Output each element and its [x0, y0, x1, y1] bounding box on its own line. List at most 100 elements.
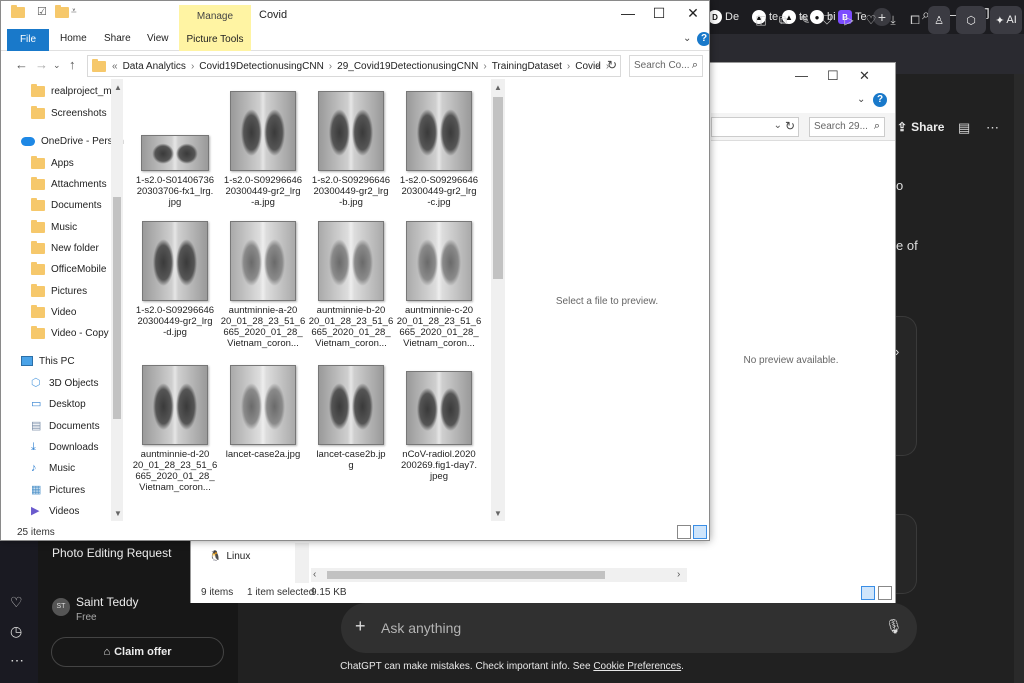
scroll-down-icon[interactable]: ▼ [114, 509, 122, 518]
breadcrumb-separator-icon[interactable]: › [329, 61, 332, 72]
large-icons-view-icon[interactable] [693, 525, 707, 539]
sidebar-item-new-folder[interactable]: New folder [31, 238, 99, 258]
sidebar-item-3d-objects[interactable]: ⬡ 3D Objects [31, 373, 98, 393]
cookie-preferences-link[interactable]: Cookie Preferences [593, 661, 681, 672]
chevron-down-icon[interactable]: ⌄ [594, 59, 602, 70]
plus-icon[interactable]: + [355, 616, 366, 637]
sidebar-item-pictures[interactable]: ▦ Pictures [31, 480, 85, 500]
tab-share[interactable]: Share [104, 33, 131, 44]
notes-icon[interactable]: ▤ [958, 120, 970, 136]
refresh-icon[interactable]: ↻ [785, 119, 795, 133]
play-icon[interactable]: ▷ [840, 11, 858, 29]
scroll-right-icon[interactable]: › [677, 569, 680, 580]
up-arrow-icon[interactable]: ↑ [69, 57, 76, 72]
sidebar-item-this-pc[interactable]: This PC [21, 351, 75, 371]
details-view-icon[interactable] [861, 586, 875, 600]
chevron-down-icon[interactable]: ⌄ [857, 94, 865, 105]
extensions-icon[interactable]: ⧠ [906, 11, 924, 29]
sidebar-item-video[interactable]: Video [31, 302, 76, 322]
sidebar-item-video-copy[interactable]: Video - Copy [31, 323, 109, 343]
tab-home[interactable]: Home [60, 33, 87, 44]
forward-arrow-icon[interactable]: → [35, 57, 48, 72]
microphone-icon[interactable]: 🎙 [885, 618, 903, 635]
breadcrumb[interactable]: « Data Analytics › Covid19Detectionusing… [87, 55, 621, 77]
manage-contextual-tab[interactable]: Manage [179, 5, 251, 31]
ask-input-placeholder[interactable]: Ask anything [381, 620, 461, 636]
address-input[interactable]: ⌄ ↻ [711, 117, 799, 137]
file-item[interactable]: nCoV-radiol.2020 200269.fig1-day7. jpeg [395, 353, 483, 482]
page-scrollbar[interactable] [1014, 74, 1024, 683]
file-item[interactable]: 1-s2.0-S09296646 20300449-gr2_lrg -d.jpg [131, 209, 219, 338]
file-item[interactable]: 1-s2.0-S09296646 20300449-gr2_lrg -a.jpg [219, 79, 307, 208]
recent-locations-icon[interactable]: ⌄ [53, 60, 61, 71]
large-icons-view-icon[interactable] [878, 586, 892, 600]
search-input[interactable]: Search 29... ⌕ [809, 117, 885, 137]
new-folder-icon[interactable] [55, 5, 69, 19]
breadcrumb-separator-icon[interactable]: › [483, 61, 486, 72]
profile-icon[interactable]: ♙ [928, 6, 950, 34]
sidebar-item-pictures[interactable]: Pictures [31, 281, 87, 301]
file-item[interactable]: lancet-case2b.jp g [307, 353, 395, 481]
browser-tab-1[interactable]: D De [708, 8, 739, 26]
chevron-down-icon[interactable]: ⌄ [774, 120, 782, 131]
ai-button[interactable]: ✦ AI [990, 6, 1022, 34]
file-item[interactable]: 1-s2.0-S09296646 20300449-gr2_lrg -c.jpg [395, 79, 483, 208]
sidebar-item-documents[interactable]: ▤ Documents [31, 416, 100, 436]
file-scroll-thumb[interactable] [493, 97, 503, 279]
maximize-icon[interactable]: ☐ [644, 5, 674, 22]
file-item[interactable]: auntminnie-a-20 20_01_28_23_51_6 665_2020_… [219, 209, 307, 349]
minimize-icon[interactable]: — [795, 68, 808, 83]
help-icon[interactable]: ? [697, 32, 709, 46]
file-item[interactable]: 1-s2.0-S01406736 20303706-fx1_lrg. jpg [131, 79, 219, 208]
details-view-icon[interactable] [677, 525, 691, 539]
file-item[interactable]: auntminnie-c-20 20_01_28_23_51_6 665_2020_… [395, 209, 483, 349]
download-icon[interactable]: ⤓ [884, 11, 902, 29]
close-icon[interactable]: ✕ [859, 68, 870, 84]
horizontal-scroll-thumb[interactable] [327, 571, 605, 579]
maximize-icon[interactable]: ☐ [827, 68, 839, 84]
history-clock-icon[interactable]: ◷ [10, 623, 22, 640]
sidebar-item-downloads[interactable]: ⤓ Downloads [31, 437, 98, 457]
file-item[interactable]: auntminnie-d-20 20_01_28_23_51_6 665_2020_… [131, 353, 219, 493]
wallet-icon[interactable]: ⬡ [956, 6, 986, 34]
screenshot-icon[interactable]: ⧉ [774, 11, 792, 29]
sidebar-item-screenshots[interactable]: Screenshots [31, 103, 107, 123]
favorites-heart-icon[interactable]: ♡ [10, 594, 23, 611]
breadcrumb-item[interactable]: Covid19DetectionusingCNN [199, 61, 324, 72]
breadcrumb-item[interactable]: 29_Covid19DetectionusingCNN [337, 61, 478, 72]
chevron-down-icon[interactable]: ⌄ [683, 33, 691, 44]
scroll-up-icon[interactable]: ▲ [114, 83, 122, 92]
nav-item-linux[interactable]: 🐧 Linux [209, 551, 250, 562]
tab-picture-tools[interactable]: Picture Tools [179, 29, 251, 51]
scroll-left-icon[interactable]: ‹ [313, 569, 316, 580]
chat-history-item[interactable]: Photo Editing Request [52, 546, 171, 560]
minimize-icon[interactable]: — [613, 5, 643, 21]
reader-view-icon[interactable]: ◫ [752, 11, 770, 29]
sidebar-item-videos[interactable]: ▶ Videos [31, 501, 79, 521]
edit-icon[interactable]: ✎ [796, 11, 814, 29]
help-icon[interactable]: ? [873, 93, 887, 107]
scroll-down-icon[interactable]: ▼ [494, 509, 502, 518]
tab-view[interactable]: View [147, 33, 169, 44]
sidebar-item-onedrive-person[interactable]: OneDrive - Person [21, 131, 124, 151]
breadcrumb-item[interactable]: TrainingDataset [492, 61, 562, 72]
breadcrumb-separator-icon[interactable]: › [567, 61, 570, 72]
breadcrumb-item[interactable]: Data Analytics [123, 61, 186, 72]
sidebar-item-officemobile[interactable]: OfficeMobile [31, 259, 106, 279]
sidebar-item-apps[interactable]: Apps [31, 153, 74, 173]
tab-file[interactable]: File [7, 29, 49, 51]
file-item[interactable]: auntminnie-b-20 20_01_28_23_51_6 665_2020_… [307, 209, 395, 349]
properties-icon[interactable]: ☑ [37, 5, 49, 18]
customize-toolbar-icon[interactable]: ⩡ [71, 6, 83, 18]
refresh-icon[interactable]: ↻ [607, 58, 617, 72]
heart-icon[interactable]: ♡ [862, 11, 880, 29]
close-icon[interactable]: ✕ [678, 5, 708, 22]
sidebar-item-documents[interactable]: Documents [31, 195, 102, 215]
nav-scrollbar[interactable] [295, 543, 309, 583]
sidebar-item-music[interactable]: Music [31, 217, 77, 237]
back-arrow-icon[interactable]: ← [15, 57, 28, 72]
file-item[interactable]: 1-s2.0-S09296646 20300449-gr2_lrg -b.jpg [307, 79, 395, 208]
more-options-icon[interactable]: ⋯ [986, 120, 999, 136]
breadcrumb-overflow[interactable]: « [112, 61, 118, 72]
nav-scroll-thumb[interactable] [113, 197, 121, 419]
